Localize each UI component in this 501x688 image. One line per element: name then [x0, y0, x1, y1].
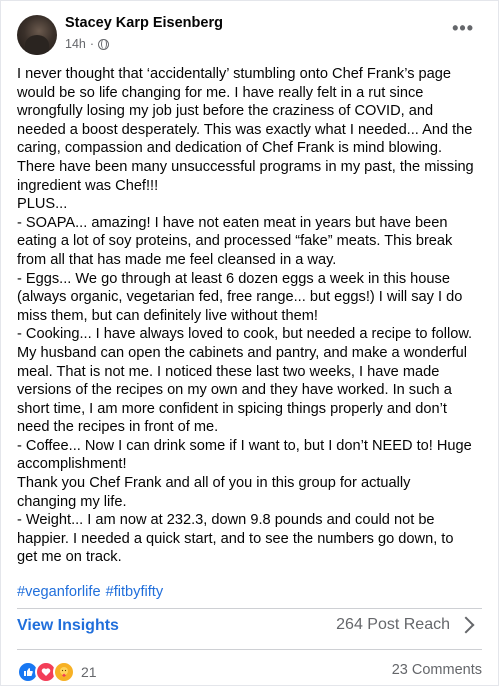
- post-text-line: - Cooking... I have always loved to cook…: [17, 326, 473, 343]
- post-text-line: versions of the recipes on my own and th…: [17, 382, 452, 399]
- reaction-count: 21: [81, 664, 97, 680]
- post-text-line: happier. I needed a quick start, and to …: [17, 530, 454, 547]
- post-text-line: accomplishment!: [17, 456, 127, 473]
- post-text-line: meal. That is not me. I noticed these la…: [17, 363, 440, 380]
- post-text-line: from all that has made me feel cleansed …: [17, 251, 337, 268]
- post-text: I never thought that ‘accidentally’ stum…: [17, 65, 487, 567]
- view-insights-link[interactable]: View Insights: [17, 617, 119, 635]
- post-text-line: - SOAPA... amazing! I have not eaten mea…: [17, 214, 448, 231]
- post-meta: 14h ·: [65, 37, 110, 51]
- post-text-line: ingredient was Chef!!!: [17, 177, 159, 194]
- post-text-line: needed a boost desperately. This was exa…: [17, 121, 473, 138]
- post-text-line: - Eggs... We go through at least 6 dozen…: [17, 270, 450, 287]
- comments-count-link[interactable]: 23 Comments: [392, 662, 482, 678]
- public-globe-icon: [98, 38, 110, 50]
- post-text-line: PLUS...: [17, 196, 68, 213]
- post-text-line: - Weight... I am now at 232.3, down 9.8 …: [17, 512, 435, 529]
- post-text-line: short time, I am more confident in spici…: [17, 400, 447, 417]
- meta-separator: ·: [89, 37, 95, 51]
- post-text-line: (always organic, vegetarian fed, free ra…: [17, 289, 463, 306]
- post-text-line: would be so life changing for me. I have…: [17, 84, 424, 101]
- post-card: Stacey Karp Eisenberg 14h · ••• I never …: [0, 0, 499, 686]
- post-text-line: need the recipes in front of me.: [17, 419, 219, 436]
- post-reach[interactable]: 264 Post Reach: [336, 616, 476, 634]
- post-reach-label: 264 Post Reach: [336, 616, 450, 633]
- post-text-line: caring, compassion and dedication of Che…: [17, 140, 443, 157]
- reactions-summary[interactable]: 21: [17, 661, 97, 683]
- divider: [17, 649, 482, 650]
- post-text-line: eating a lot of soy proteins, and proces…: [17, 233, 453, 250]
- divider: [17, 608, 482, 609]
- care-icon: [53, 661, 75, 683]
- post-text-line: There have been many unsuccessful progra…: [17, 158, 474, 175]
- hashtag-link[interactable]: #fitbyfifty: [106, 584, 164, 600]
- chevron-right-icon: [457, 616, 475, 634]
- hashtags: #veganforlife #fitbyfifty: [17, 584, 163, 600]
- post-text-line: My husband can open the cabinets and pan…: [17, 344, 467, 361]
- hashtag-link[interactable]: #veganforlife: [17, 584, 101, 600]
- post-text-line: changing my life.: [17, 493, 127, 510]
- post-text-line: get me on track.: [17, 549, 122, 566]
- post-text-line: Thank you Chef Frank and all of you in t…: [17, 475, 411, 492]
- post-text-line: I never thought that ‘accidentally’ stum…: [17, 66, 452, 82]
- avatar[interactable]: [17, 15, 57, 55]
- post-text-line: - Coffee... Now I can drink some if I wa…: [17, 437, 472, 454]
- more-options-button[interactable]: •••: [452, 19, 474, 37]
- post-text-line: miss them, but can definitely live witho…: [17, 307, 318, 324]
- post-text-line: wrongfully losing my job just before the…: [17, 103, 434, 120]
- post-time[interactable]: 14h: [65, 37, 86, 51]
- author-name[interactable]: Stacey Karp Eisenberg: [65, 15, 223, 31]
